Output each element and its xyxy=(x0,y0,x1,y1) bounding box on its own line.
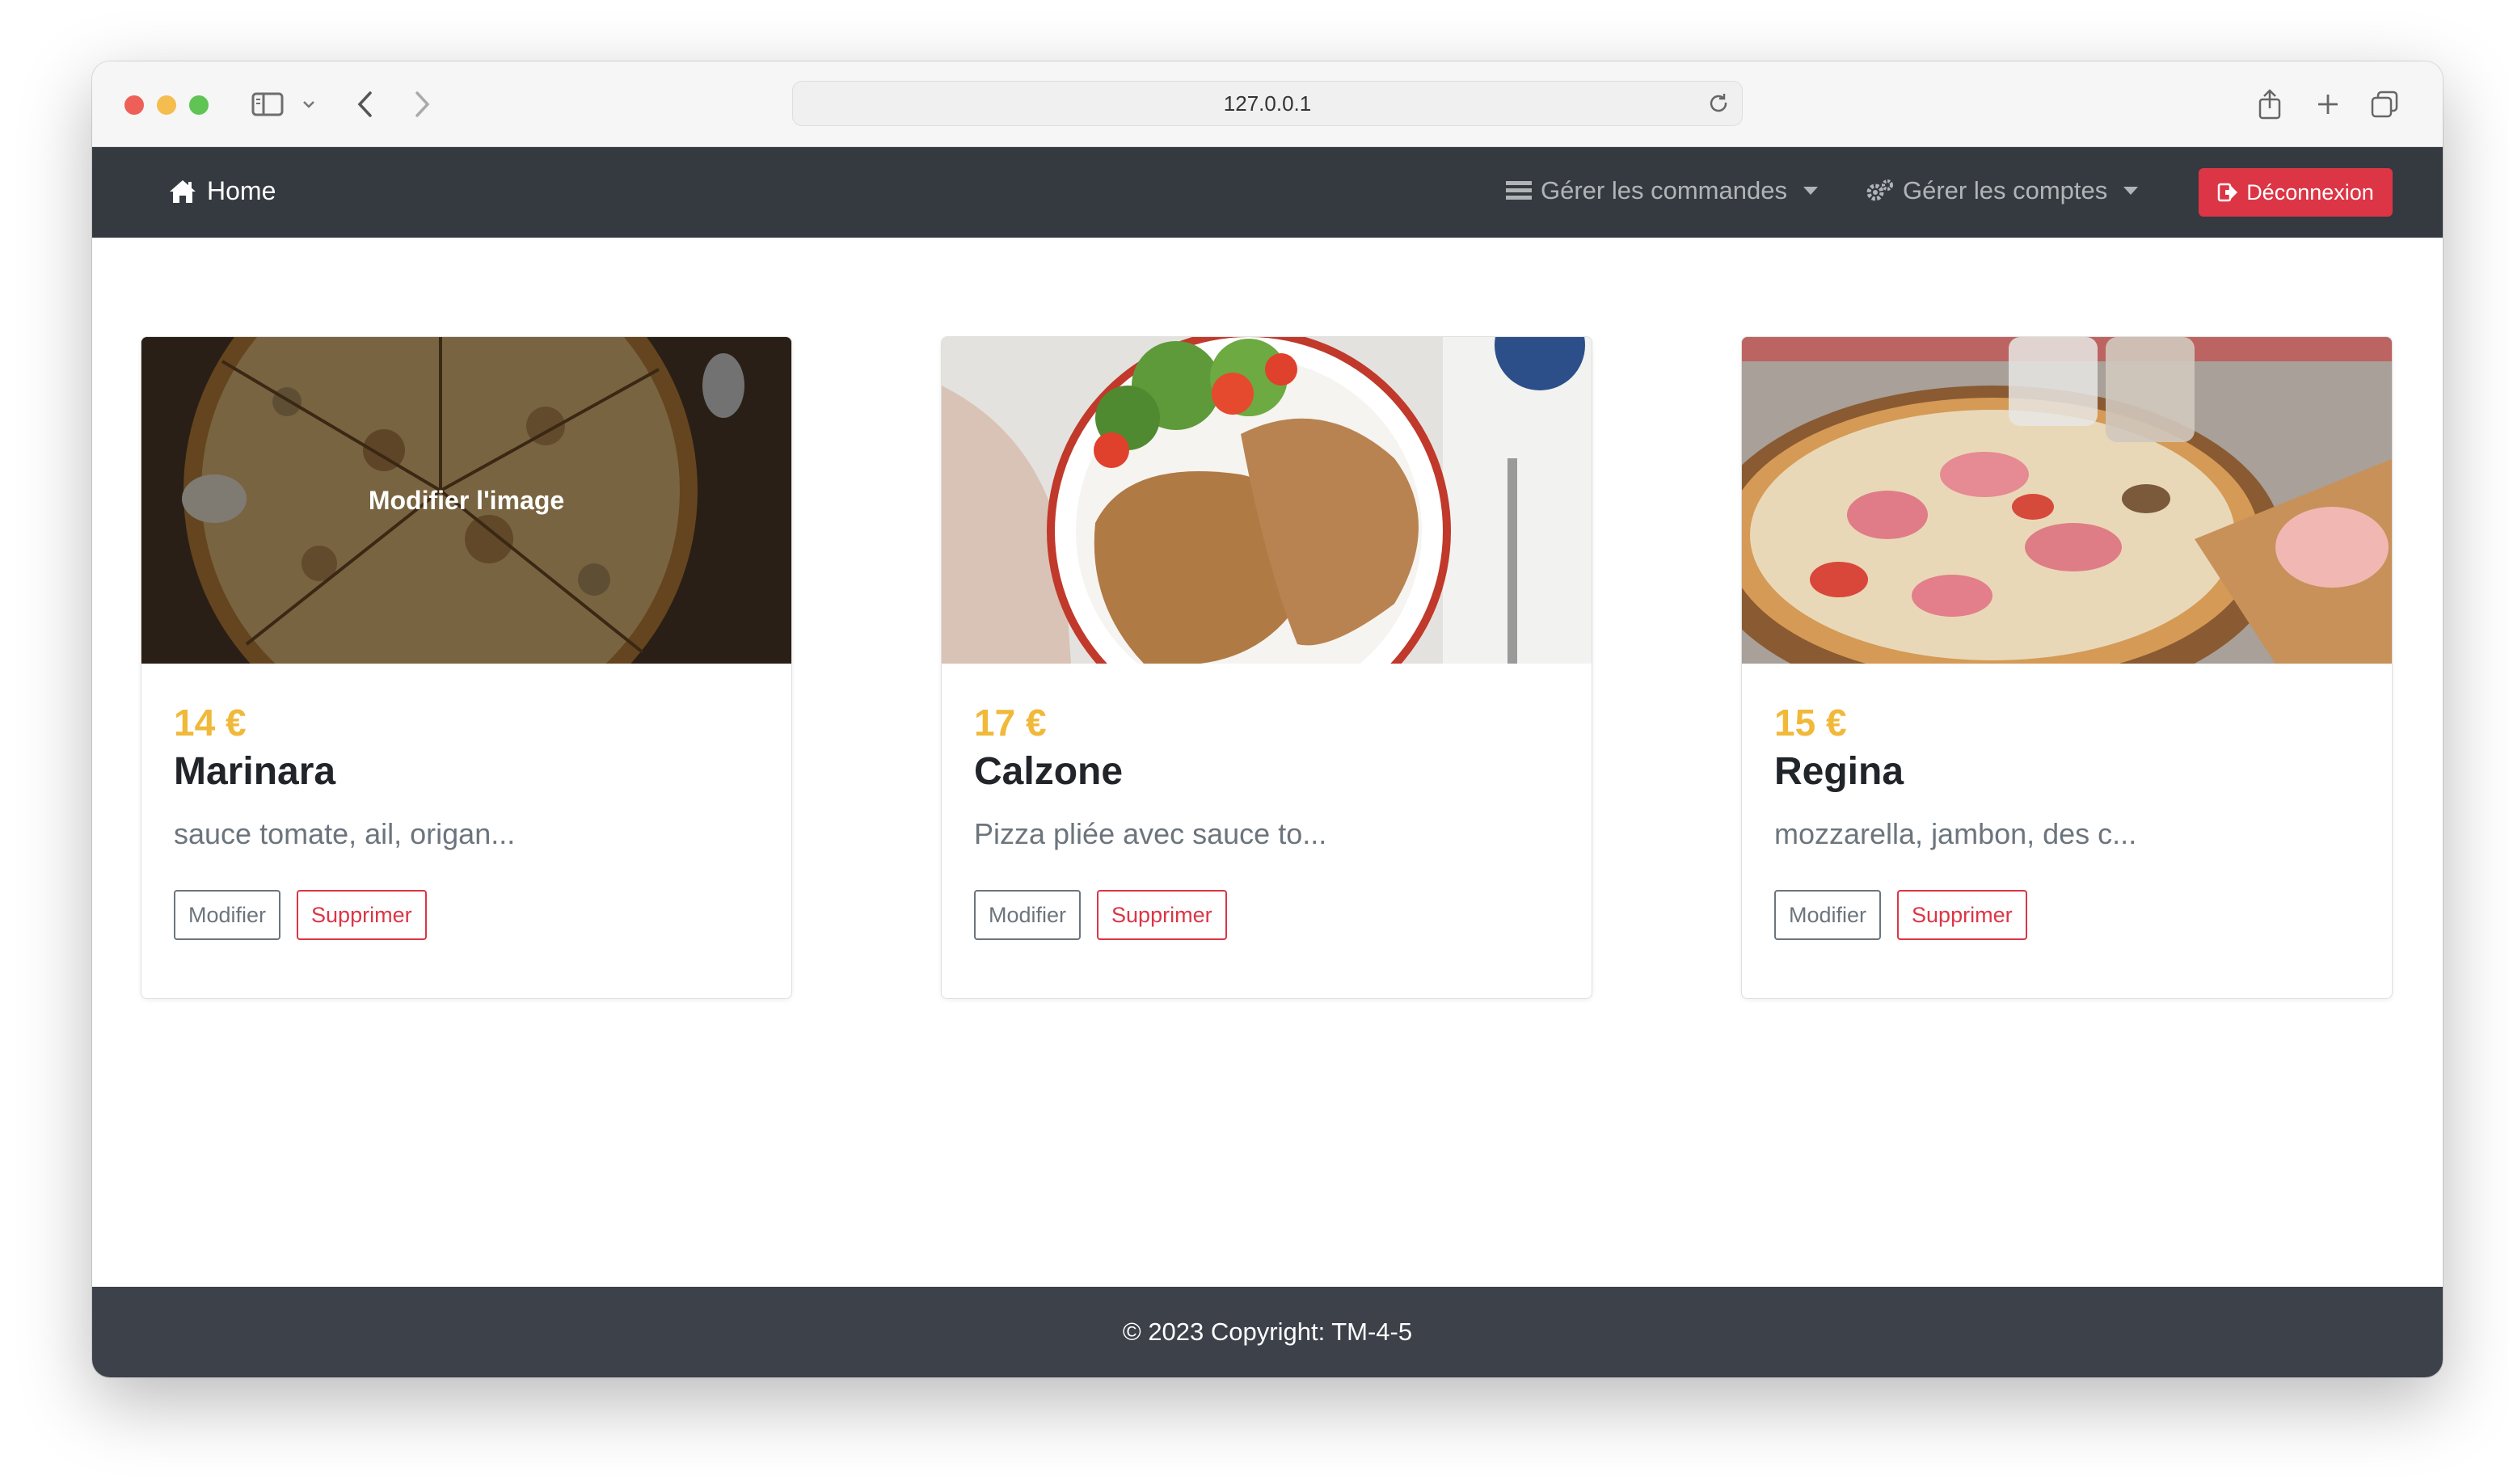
home-link[interactable]: Home xyxy=(168,176,276,206)
product-name: Regina xyxy=(1774,750,1904,793)
reload-icon[interactable] xyxy=(1706,91,1731,121)
tab-overview-icon[interactable] xyxy=(2368,82,2401,126)
product-image-regina[interactable] xyxy=(1742,337,2392,664)
edit-button[interactable]: Modifier xyxy=(174,890,281,940)
delete-button[interactable]: Supprimer xyxy=(297,890,427,940)
product-card-calzone: 17 € Calzone Pizza pliée avec sauce to..… xyxy=(941,336,1592,999)
caret-down-icon xyxy=(1803,187,1818,195)
card-body: 17 € Calzone Pizza pliée avec sauce to..… xyxy=(942,664,1592,940)
delete-button[interactable]: Supprimer xyxy=(1097,890,1227,940)
delete-button[interactable]: Supprimer xyxy=(1897,890,2027,940)
sidebar-toggle-icon[interactable] xyxy=(249,82,286,126)
back-icon[interactable] xyxy=(349,82,382,126)
orders-menu-label: Gérer les commandes xyxy=(1541,176,1787,204)
card-actions: Modifier Supprimer xyxy=(974,890,1559,940)
home-icon xyxy=(170,179,196,203)
logout-icon xyxy=(2217,183,2238,202)
close-window-button[interactable] xyxy=(124,95,144,115)
card-actions: Modifier Supprimer xyxy=(174,890,759,940)
forward-icon[interactable] xyxy=(406,82,438,126)
product-name: Calzone xyxy=(974,750,1124,793)
product-price: 14 € xyxy=(174,702,247,744)
product-card-marinara: Modifier l'image 14 € Marinara sauce tom… xyxy=(141,336,792,999)
edit-button[interactable]: Modifier xyxy=(1774,890,1882,940)
logout-label: Déconnexion xyxy=(2246,179,2374,204)
home-label: Home xyxy=(207,176,276,205)
product-price: 17 € xyxy=(974,702,1047,744)
minimize-window-button[interactable] xyxy=(157,95,176,115)
accounts-menu-label: Gérer les comptes xyxy=(1903,176,2108,204)
caret-down-icon xyxy=(2123,187,2139,195)
address-bar[interactable]: 127.0.0.1 xyxy=(792,81,1743,126)
maximize-window-button[interactable] xyxy=(189,95,209,115)
page-footer: © 2023 Copyright: TM-4-5 xyxy=(92,1287,2443,1377)
product-name: Marinara xyxy=(174,750,336,793)
product-image-marinara[interactable]: Modifier l'image xyxy=(141,337,791,664)
product-card-regina: 15 € Regina mozzarella, jambon, des c...… xyxy=(1741,336,2393,999)
edit-button[interactable]: Modifier xyxy=(974,890,1082,940)
gears-icon xyxy=(1866,179,1893,201)
chevron-down-icon[interactable] xyxy=(299,82,318,126)
accounts-menu[interactable]: Gérer les comptes xyxy=(1866,176,2139,205)
browser-window: 127.0.0.1 Home Gérer les commandes Gérer… xyxy=(92,61,2443,1377)
orders-menu[interactable]: Gérer les commandes xyxy=(1505,176,1818,205)
edit-image-label: Modifier l'image xyxy=(368,485,565,515)
copyright-text: © 2023 Copyright: TM-4-5 xyxy=(1122,1317,1413,1346)
product-description: sauce tomate, ail, origan... xyxy=(174,817,516,850)
product-description: Pizza pliée avec sauce to... xyxy=(974,817,1327,850)
new-tab-icon[interactable] xyxy=(2312,82,2344,126)
product-price: 15 € xyxy=(1774,702,1847,744)
logout-button[interactable]: Déconnexion xyxy=(2199,168,2393,217)
share-icon[interactable] xyxy=(2254,82,2286,126)
card-actions: Modifier Supprimer xyxy=(1774,890,2359,940)
edit-image-overlay[interactable]: Modifier l'image xyxy=(141,337,791,664)
list-icon xyxy=(1506,181,1532,200)
browser-toolbar: 127.0.0.1 xyxy=(92,61,2443,147)
product-description: mozzarella, jambon, des c... xyxy=(1774,817,2137,850)
url-text: 127.0.0.1 xyxy=(1223,91,1312,116)
main-navbar: Home Gérer les commandes Gérer les compt… xyxy=(92,147,2443,238)
card-body: 14 € Marinara sauce tomate, ail, origan.… xyxy=(141,664,791,940)
product-image-calzone[interactable] xyxy=(942,337,1592,664)
card-body: 15 € Regina mozzarella, jambon, des c...… xyxy=(1742,664,2392,940)
